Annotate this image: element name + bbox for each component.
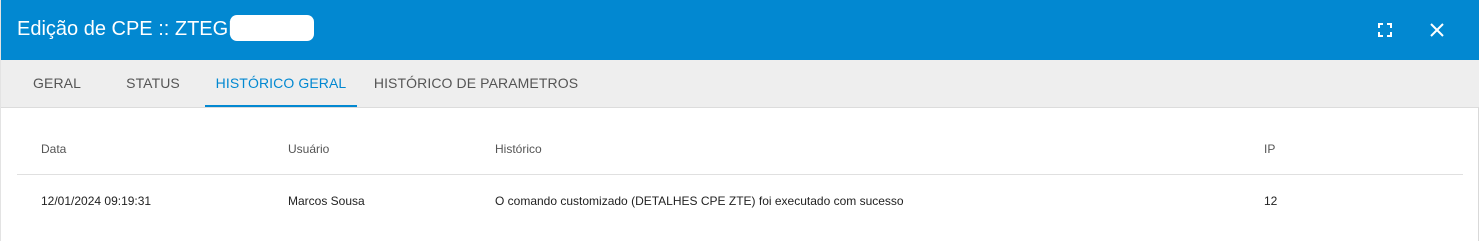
cell-history: O comando customizado (DETALHES CPE ZTE)…	[495, 194, 904, 208]
dialog-titlebar: Edição de CPE :: ZTEGD	[1, 0, 1479, 60]
tab-bar: GERAL STATUS HISTÓRICO GERAL HISTÓRICO D…	[1, 60, 1479, 108]
tab-historico-parametros[interactable]: HISTÓRICO DE PARAMETROS	[369, 60, 583, 107]
fullscreen-button[interactable]	[1369, 14, 1401, 46]
tab-historico-geral[interactable]: HISTÓRICO GERAL	[205, 60, 357, 107]
cell-ip: 12	[1264, 194, 1278, 208]
cell-date: 12/01/2024 09:19:31	[41, 194, 152, 208]
column-header-data[interactable]: Data	[41, 142, 66, 156]
column-header-usuario[interactable]: Usuário	[288, 142, 329, 156]
close-icon	[1430, 23, 1444, 37]
fullscreen-icon	[1378, 23, 1392, 37]
table-row[interactable]: 12/01/2024 09:19:31 Marcos Sousa O coman…	[17, 175, 1463, 227]
tab-status[interactable]: STATUS	[113, 60, 193, 107]
column-header-historico[interactable]: Histórico	[495, 142, 542, 156]
redacted-block	[230, 15, 314, 41]
tab-geral[interactable]: GERAL	[19, 60, 95, 107]
active-tab-indicator	[205, 105, 357, 107]
dialog-title: Edição de CPE :: ZTEGD	[17, 18, 243, 40]
close-button[interactable]	[1421, 14, 1453, 46]
table-header: Data Usuário Histórico IP	[17, 130, 1463, 175]
cpe-edit-dialog: Edição de CPE :: ZTEGD GERAL STATUS HIST…	[0, 0, 1479, 241]
column-header-ip[interactable]: IP	[1264, 142, 1275, 156]
cell-user: Marcos Sousa	[288, 194, 365, 208]
